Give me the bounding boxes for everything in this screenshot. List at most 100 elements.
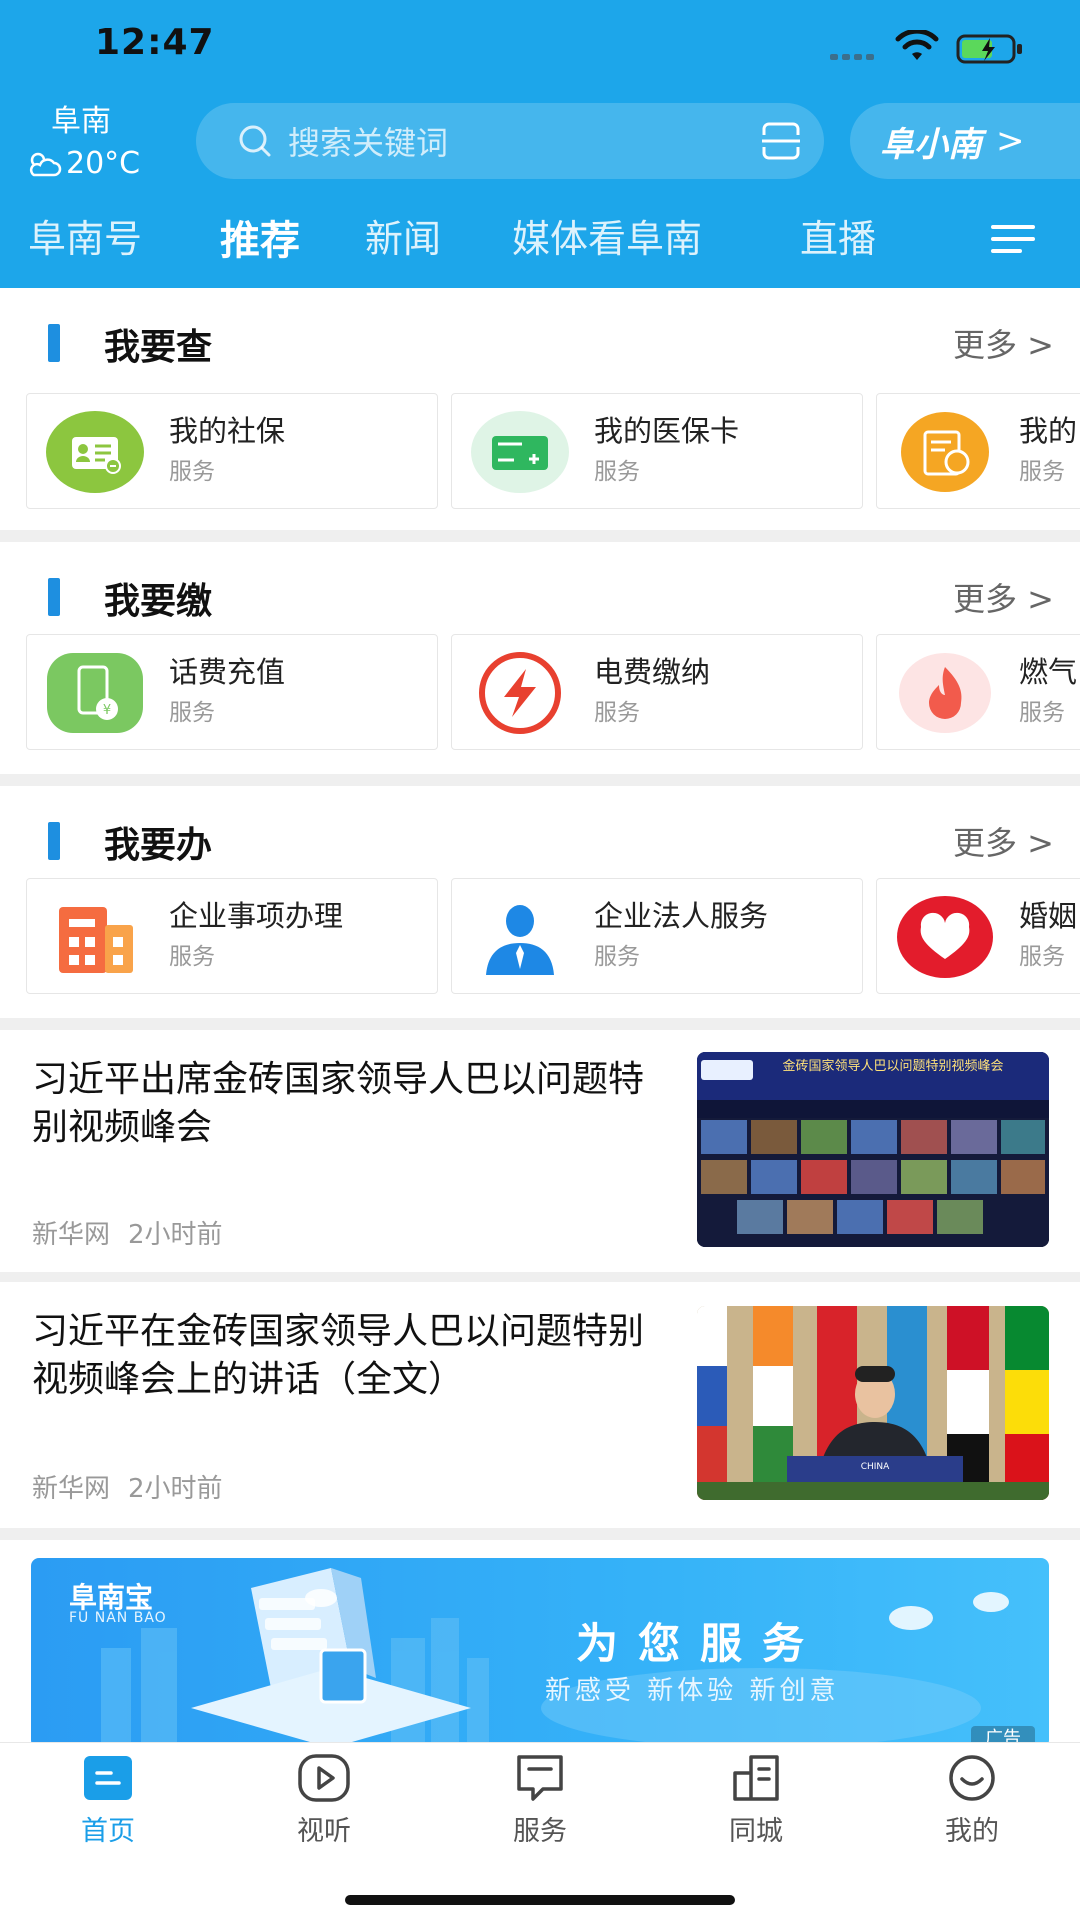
- section-divider: [0, 1018, 1080, 1030]
- card-subtitle: 服务: [594, 700, 640, 726]
- nav-label: 同城: [729, 1816, 783, 1847]
- temperature: 20°C: [66, 146, 141, 181]
- bottom-tab-bar: 首页 视听 服务 同城 我的: [0, 1742, 1080, 1920]
- news-source: 新华网: [32, 1474, 111, 1504]
- news-time: 2小时前: [128, 1220, 223, 1250]
- nav-label: 我的: [945, 1816, 999, 1847]
- news-item[interactable]: 习近平出席金砖国家领导人巴以问题特别视频峰会 新华网 2小时前 金砖国家领导人巴以…: [0, 1030, 1080, 1272]
- section-divider: [0, 774, 1080, 786]
- section-handle: 我要办 更多 > 企业事项办理 服务 企业法人服务 服务 婚姻 服务: [0, 786, 1080, 1018]
- tab-live[interactable]: 直播: [800, 208, 876, 263]
- card-subtitle: 服务: [594, 944, 640, 970]
- section-pay: 我要缴 更多 > ¥ 话费充值 服务 电费缴纳 服务 燃气 服务: [0, 542, 1080, 774]
- more-link[interactable]: 更多 >: [953, 574, 1054, 620]
- card-subtitle: 服务: [169, 459, 215, 485]
- news-meta: 新华网 2小时前: [32, 1214, 223, 1251]
- card-subtitle: 服务: [169, 944, 215, 970]
- scan-icon[interactable]: [760, 121, 802, 161]
- city-icon: [733, 1755, 779, 1801]
- news-source: 新华网: [32, 1220, 111, 1250]
- banner-illustration: [101, 1568, 1009, 1748]
- search-icon: [239, 125, 271, 157]
- banner-logo-sub: FU NAN BAO: [69, 1610, 167, 1626]
- card-electricity[interactable]: 电费缴纳 服务: [451, 634, 863, 750]
- card-fund[interactable]: 我的 服务: [876, 393, 1080, 509]
- medical-card-icon: [471, 411, 569, 493]
- news-meta: 新华网 2小时前: [32, 1468, 223, 1505]
- nav-media[interactable]: 视听: [264, 1753, 384, 1848]
- tab-news[interactable]: 新闻: [365, 208, 441, 263]
- more-link[interactable]: 更多 >: [953, 320, 1054, 366]
- section-header: 我要查 更多 >: [0, 288, 1080, 388]
- card-title: 我的社保: [169, 414, 286, 448]
- news-thumbnail: CHINA: [697, 1306, 1049, 1500]
- section-query: 我要查 更多 > 我的社保 服务 我的医保卡 服务 我的 服务: [0, 288, 1080, 528]
- section-title: 我要查: [104, 327, 213, 368]
- nav-city[interactable]: 同城: [696, 1753, 816, 1848]
- section-title: 我要办: [104, 825, 213, 866]
- section-accent-bar: [48, 822, 60, 860]
- profile-icon: [949, 1755, 995, 1801]
- search-placeholder: 搜索关键词: [288, 124, 449, 162]
- chevron-right-icon: >: [996, 121, 1025, 161]
- card-row: 我的社保 服务 我的医保卡 服务 我的 服务: [0, 393, 1080, 509]
- legal-person-icon: [486, 905, 554, 975]
- card-gas[interactable]: 燃气 服务: [876, 634, 1080, 750]
- wifi-icon: [895, 30, 939, 60]
- speech-image: CHINA: [697, 1306, 1049, 1500]
- news-item[interactable]: 习近平在金砖国家领导人巴以问题特别视频峰会上的讲话（全文） 新华网 2小时前 CH…: [0, 1282, 1080, 1528]
- city-name: 阜南: [51, 104, 111, 139]
- video-summit-image: 金砖国家领导人巴以问题特别视频峰会: [697, 1052, 1049, 1247]
- channel-tabs: 阜南号 推荐 新闻 媒体看阜南 直播: [0, 208, 1080, 278]
- news-title: 习近平出席金砖国家领导人巴以问题特别视频峰会: [32, 1059, 645, 1148]
- svg-text:¥: ¥: [103, 703, 111, 718]
- promo-banner[interactable]: 阜南宝 FU NAN BAO 为您服务 新感受 新体验 新创意 广告: [31, 1558, 1049, 1748]
- more-link[interactable]: 更多 >: [953, 818, 1054, 864]
- thumbnail-caption: 金砖国家领导人巴以问题特别视频峰会: [782, 1058, 1003, 1074]
- status-bar: 12:47: [0, 0, 1080, 90]
- card-subtitle: 服务: [169, 700, 215, 726]
- card-title: 企业法人服务: [594, 899, 769, 933]
- nav-label: 服务: [513, 1816, 567, 1847]
- card-phone-recharge[interactable]: ¥ 话费充值 服务: [26, 634, 438, 750]
- section-title: 我要缴: [104, 581, 213, 622]
- nav-home[interactable]: 首页: [48, 1753, 168, 1848]
- gas-flame-icon: [899, 653, 991, 733]
- nav-service[interactable]: 服务: [480, 1753, 600, 1848]
- tab-recommend[interactable]: 推荐: [220, 208, 300, 266]
- nav-label: 视听: [297, 1816, 351, 1847]
- news-time: 2小时前: [128, 1474, 223, 1504]
- tab-media[interactable]: 媒体看阜南: [512, 208, 702, 263]
- section-accent-bar: [48, 324, 60, 362]
- home-indicator: [345, 1895, 735, 1905]
- card-marriage[interactable]: 婚姻 服务: [876, 878, 1080, 994]
- phone-recharge-icon: ¥: [47, 653, 143, 733]
- nameplate-text: CHINA: [861, 1462, 890, 1472]
- search-bar[interactable]: 搜索关键词: [196, 103, 824, 179]
- card-title: 我的医保卡: [594, 414, 740, 448]
- brand-label: 阜小南: [880, 124, 982, 165]
- card-title: 话费充值: [169, 655, 286, 689]
- nav-profile[interactable]: 我的: [912, 1753, 1032, 1848]
- card-legal-person[interactable]: 企业法人服务 服务: [451, 878, 863, 994]
- section-accent-bar: [48, 578, 60, 616]
- nav-label: 首页: [81, 1816, 135, 1847]
- electricity-icon: [479, 652, 561, 734]
- banner-headline: 为您服务: [576, 1619, 825, 1668]
- card-social-insurance[interactable]: 我的社保 服务: [26, 393, 438, 509]
- tab-funan-hao[interactable]: 阜南号: [28, 208, 142, 263]
- play-icon: [298, 1754, 350, 1802]
- card-row: ¥ 话费充值 服务 电费缴纳 服务 燃气 服务: [0, 634, 1080, 750]
- cloudy-sun-icon: [29, 152, 62, 176]
- brand-assistant-button[interactable]: 阜小南 >: [850, 103, 1080, 179]
- section-header: 我要办 更多 >: [0, 786, 1080, 886]
- menu-icon[interactable]: [990, 222, 1036, 256]
- card-enterprise[interactable]: 企业事项办理 服务: [26, 878, 438, 994]
- fund-icon: [901, 412, 989, 492]
- card-title: 燃气: [1019, 655, 1078, 689]
- cellular-signal-icon: [830, 54, 880, 62]
- section-divider: [0, 530, 1080, 542]
- location-weather[interactable]: 阜南 20°C: [26, 96, 156, 181]
- social-insurance-icon: [46, 411, 144, 493]
- card-medical-card[interactable]: 我的医保卡 服务: [451, 393, 863, 509]
